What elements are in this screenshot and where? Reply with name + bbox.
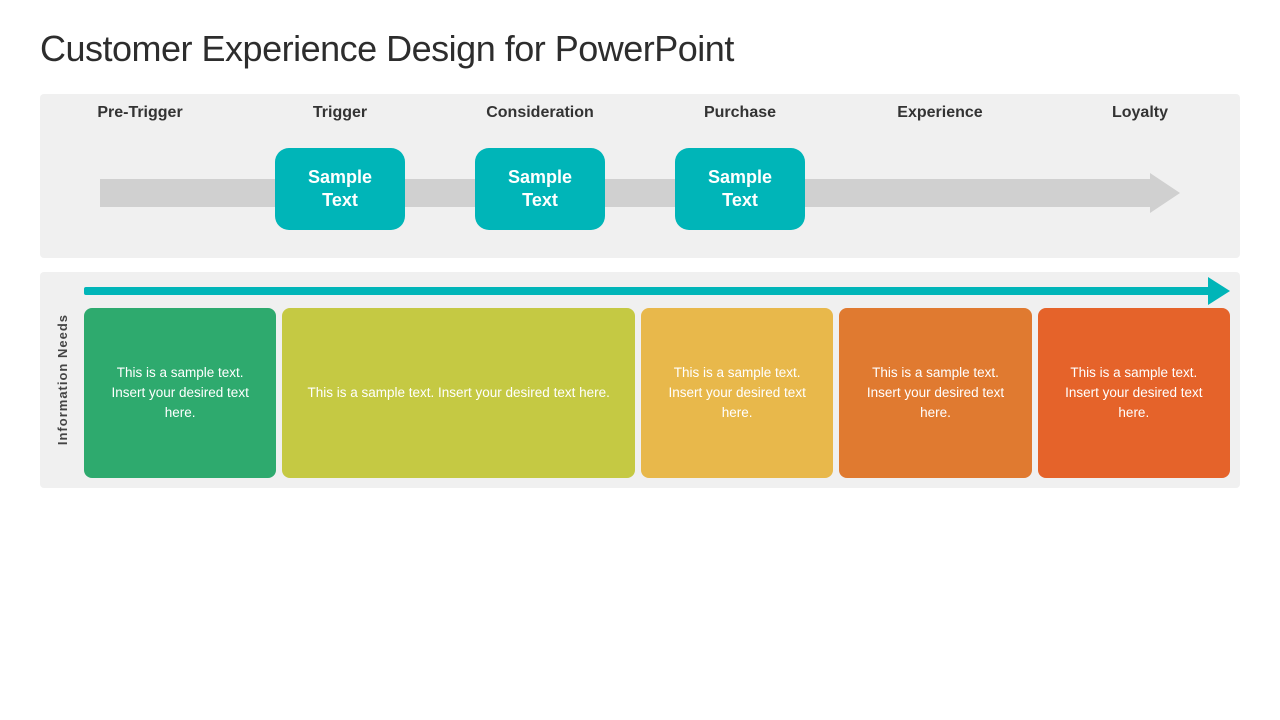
stage-box-trigger[interactable]: SampleText <box>275 148 405 231</box>
info-content: This is a sample text. Insert your desir… <box>84 282 1230 478</box>
stage-cell-trigger: SampleText <box>240 148 440 231</box>
stage-cell-pretrigger <box>40 148 240 231</box>
info-card-5[interactable]: This is a sample text. Insert your desir… <box>1038 308 1230 478</box>
stage-box-purchase[interactable]: SampleText <box>675 148 805 231</box>
stage-header-pretrigger: Pre-Trigger <box>40 104 240 122</box>
teal-arrow-line <box>84 287 1208 295</box>
page-title: Customer Experience Design for PowerPoin… <box>40 28 1240 70</box>
info-cards: This is a sample text. Insert your desir… <box>84 308 1230 478</box>
info-card-2[interactable]: This is a sample text. Insert your desir… <box>282 308 635 478</box>
page-container: Customer Experience Design for PowerPoin… <box>0 0 1280 720</box>
info-card-1[interactable]: This is a sample text. Insert your desir… <box>84 308 276 478</box>
info-label-wrapper: Information Needs <box>40 282 84 478</box>
journey-section: Pre-Trigger Trigger Consideration Purcha… <box>40 94 1240 258</box>
teal-arrow-head <box>1208 277 1230 305</box>
stage-header-purchase: Purchase <box>640 104 840 122</box>
stage-header-consideration: Consideration <box>440 104 640 122</box>
stage-boxes: SampleText SampleText SampleText <box>40 148 1240 231</box>
stage-cell-experience <box>840 148 1040 231</box>
stage-box-consideration[interactable]: SampleText <box>475 148 605 231</box>
stage-header-experience: Experience <box>840 104 1040 122</box>
info-card-4[interactable]: This is a sample text. Insert your desir… <box>839 308 1031 478</box>
stage-header-trigger: Trigger <box>240 104 440 122</box>
stage-header-loyalty: Loyalty <box>1040 104 1240 122</box>
info-section: Information Needs This is a sample text.… <box>40 272 1240 488</box>
journey-content: SampleText SampleText SampleText <box>40 128 1240 258</box>
stage-headers: Pre-Trigger Trigger Consideration Purcha… <box>40 94 1240 128</box>
teal-arrow-bar <box>84 282 1230 300</box>
stage-cell-consideration: SampleText <box>440 148 640 231</box>
stage-cell-loyalty <box>1040 148 1240 231</box>
info-card-3[interactable]: This is a sample text. Insert your desir… <box>641 308 833 478</box>
stage-cell-purchase: SampleText <box>640 148 840 231</box>
info-label: Information Needs <box>55 314 70 445</box>
